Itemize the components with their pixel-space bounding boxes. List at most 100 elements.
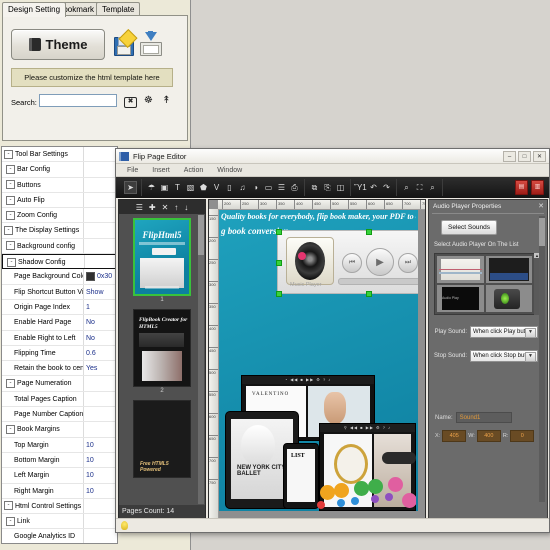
name-field[interactable]: Sound1 bbox=[455, 412, 512, 423]
zoom-in-icon[interactable]: ⌕ bbox=[427, 182, 438, 193]
property-value[interactable]: Yes bbox=[84, 361, 117, 375]
editor-titlebar[interactable]: Flip Page Editor – □ ✕ bbox=[116, 149, 549, 164]
apply-all-button[interactable]: ▥ bbox=[531, 180, 544, 195]
property-grid[interactable]: - Tool Bar Settings - Bar Config - Buttons - Au… bbox=[1, 146, 118, 544]
shape-icon[interactable]: ⬟ bbox=[198, 182, 209, 193]
property-value[interactable]: 0x30 bbox=[84, 269, 117, 283]
property-row[interactable]: - Shadow Config bbox=[2, 254, 117, 270]
page-canvas[interactable]: Quality books for everybody, flip book m… bbox=[219, 210, 418, 511]
duplicate-icon[interactable]: ◫ bbox=[335, 182, 346, 193]
theme-button[interactable]: Theme bbox=[11, 29, 105, 60]
expander-icon[interactable]: - bbox=[6, 425, 15, 434]
page-thumbnail-2[interactable]: FlipBook Creator for HTML5 bbox=[133, 309, 191, 387]
thumbnail-scrollbar[interactable] bbox=[198, 215, 204, 504]
page-thumbnail-3[interactable]: Free HTML5 Powered bbox=[133, 400, 191, 478]
sound-icon[interactable]: ◑ bbox=[250, 182, 261, 193]
property-value[interactable] bbox=[84, 529, 117, 543]
selection-handle[interactable] bbox=[276, 260, 282, 266]
save-template-icon[interactable] bbox=[113, 28, 138, 56]
gallery-icon[interactable]: ☰ bbox=[276, 182, 287, 193]
select-pointer-icon[interactable]: ➤ bbox=[124, 181, 137, 194]
music-player-widget[interactable]: ⏮ ▶ ⏭ Music Player 🔈 bbox=[276, 229, 418, 297]
property-value[interactable] bbox=[84, 193, 117, 207]
menu-window[interactable]: Window bbox=[210, 167, 249, 174]
expander-icon[interactable]: - bbox=[4, 501, 13, 511]
color-swatch[interactable] bbox=[86, 272, 95, 282]
maximize-button[interactable]: □ bbox=[518, 151, 531, 162]
property-row[interactable]: - Background config bbox=[2, 238, 117, 255]
move-down-icon[interactable]: ↓ bbox=[184, 203, 188, 212]
slideshow-icon[interactable]: ▭ bbox=[263, 182, 274, 193]
property-row[interactable]: Page Background Color 0x30 bbox=[2, 269, 117, 285]
property-row[interactable]: - Html Control Settings bbox=[2, 498, 117, 515]
property-row[interactable]: Left Margin 10 bbox=[2, 468, 117, 484]
list-item[interactable]: Free HTML5 Powered bbox=[133, 400, 191, 478]
minimize-button[interactable]: – bbox=[503, 151, 516, 162]
expander-icon[interactable]: - bbox=[6, 516, 15, 526]
property-row[interactable]: Right Margin 10 bbox=[2, 483, 117, 499]
chevron-down-icon[interactable]: ▼ bbox=[525, 328, 536, 338]
expander-icon[interactable]: - bbox=[6, 195, 15, 205]
x-field[interactable]: 405 bbox=[442, 430, 467, 442]
property-row[interactable]: Google Analytics ID bbox=[2, 529, 117, 543]
property-value[interactable]: 10 bbox=[84, 484, 117, 498]
selection-handle[interactable] bbox=[276, 291, 282, 297]
list-item[interactable]: FlipHtml5 1 bbox=[133, 218, 191, 305]
expander-icon[interactable]: - bbox=[6, 180, 15, 190]
property-row[interactable]: - Buttons bbox=[2, 177, 117, 193]
next-track-button[interactable]: ⏭ bbox=[398, 253, 418, 273]
expander-icon[interactable]: - bbox=[6, 164, 15, 174]
expander-icon[interactable]: - bbox=[6, 210, 15, 220]
property-row[interactable]: - Book Margins bbox=[2, 422, 117, 438]
image-icon[interactable]: ▣ bbox=[159, 182, 170, 193]
property-row[interactable]: - Page Numeration bbox=[2, 376, 117, 392]
stop-sound-select[interactable]: When click Stop button ▼ bbox=[470, 350, 538, 362]
expander-icon[interactable]: - bbox=[7, 257, 16, 267]
close-button[interactable]: ✕ bbox=[533, 151, 546, 162]
property-row[interactable]: Page Number Caption bbox=[2, 407, 117, 423]
property-value[interactable] bbox=[84, 162, 117, 176]
text-icon[interactable]: T bbox=[172, 182, 183, 193]
property-row[interactable]: Origin Page Index 1 bbox=[2, 299, 117, 316]
property-row[interactable]: - Bar Config bbox=[2, 162, 117, 178]
select-sounds-button[interactable]: Select Sounds bbox=[441, 220, 497, 235]
property-value[interactable]: 10 bbox=[84, 468, 117, 482]
expander-icon[interactable]: - bbox=[6, 241, 15, 251]
property-value[interactable]: 10 bbox=[84, 438, 117, 452]
property-value[interactable] bbox=[84, 514, 117, 528]
property-value[interactable]: 0.6 bbox=[84, 346, 117, 360]
property-row[interactable]: Retain the book to centerYes bbox=[2, 361, 117, 377]
play-button[interactable]: ▶ bbox=[366, 248, 394, 276]
property-value[interactable]: No bbox=[84, 331, 117, 345]
property-value[interactable]: 10 bbox=[84, 453, 117, 467]
property-row[interactable]: - Tool Bar Settings bbox=[2, 147, 117, 163]
property-row[interactable]: - Zoom Config bbox=[2, 208, 117, 224]
property-value[interactable] bbox=[84, 422, 117, 436]
tab-template[interactable]: Template bbox=[96, 2, 141, 15]
find-previous-icon[interactable]: ☸ bbox=[141, 94, 156, 108]
property-row[interactable]: Bottom Margin 10 bbox=[2, 452, 117, 469]
paste-icon[interactable]: ⎘ bbox=[322, 182, 333, 193]
add-page-icon[interactable]: ✚ bbox=[149, 203, 156, 212]
seek-slider[interactable] bbox=[338, 278, 418, 285]
property-row[interactable]: Top Margin 10 bbox=[2, 437, 117, 453]
fit-page-icon[interactable]: ⛶ bbox=[414, 182, 425, 193]
r-field[interactable]: 0 bbox=[510, 430, 535, 442]
find-next-icon[interactable]: ↟ bbox=[159, 94, 174, 108]
close-icon[interactable]: ✕ bbox=[538, 202, 544, 210]
video-icon[interactable]: V bbox=[211, 182, 222, 193]
apply-button[interactable]: ▤ bbox=[515, 180, 528, 195]
import-template-icon[interactable] bbox=[140, 31, 162, 56]
property-row[interactable]: Total Pages Caption bbox=[2, 391, 117, 408]
property-value[interactable]: No bbox=[84, 315, 117, 329]
move-up-icon[interactable]: ↑ bbox=[174, 203, 178, 212]
property-value[interactable] bbox=[84, 147, 117, 161]
property-value[interactable] bbox=[84, 239, 117, 253]
expander-icon[interactable]: - bbox=[6, 379, 15, 389]
picture-icon[interactable]: ▧ bbox=[185, 182, 196, 193]
audio-style-4[interactable] bbox=[485, 285, 532, 312]
property-row[interactable]: Flipping Time 0.6 bbox=[2, 345, 117, 362]
property-row[interactable]: Enable Hard Page No bbox=[2, 315, 117, 331]
list-item[interactable]: FlipBook Creator for HTML5 2 bbox=[133, 309, 191, 396]
undo-icon[interactable]: ↶ bbox=[368, 182, 379, 193]
